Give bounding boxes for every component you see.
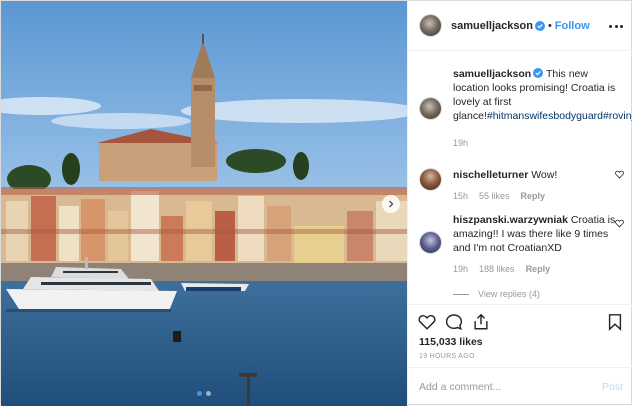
comment-text: Wow! xyxy=(531,169,558,181)
comment-username[interactable]: nischelleturner xyxy=(453,169,528,181)
chevron-right-icon xyxy=(389,200,394,208)
post-photo[interactable] xyxy=(1,1,407,406)
share-icon[interactable] xyxy=(472,313,490,331)
view-replies-label: View replies (4) xyxy=(478,289,540,299)
add-comment-input[interactable] xyxy=(419,381,602,393)
comment-time[interactable]: 15h xyxy=(453,191,468,201)
rovinj-photo-illustration xyxy=(1,1,407,406)
comment-likes[interactable]: 55 likes xyxy=(479,191,510,201)
comment-body: hiszpanski.warzywniak Croatia is amazing… xyxy=(453,213,618,301)
author-username[interactable]: samuelljackson xyxy=(451,20,533,32)
caption-username[interactable]: samuelljackson xyxy=(453,68,531,80)
comment-time[interactable]: 19h xyxy=(453,264,468,274)
view-replies-button[interactable]: View replies (4) xyxy=(453,287,618,301)
carousel-dot xyxy=(206,391,211,396)
comment-meta: 15h 55 likes Reply xyxy=(453,190,618,202)
author-avatar[interactable] xyxy=(419,97,442,120)
post-time-ago[interactable]: 19 HOURS AGO xyxy=(419,353,475,360)
heart-icon[interactable] xyxy=(418,313,436,331)
comment-reply-button[interactable]: Reply xyxy=(526,264,551,274)
add-comment-box: Post xyxy=(408,367,632,406)
comment-username[interactable]: hiszpanski.warzywniak xyxy=(453,214,568,226)
comment-reply-button[interactable]: Reply xyxy=(521,191,546,201)
caption-hashtags[interactable]: #hitmanswifesbodyguard#rovinj xyxy=(487,110,632,122)
carousel-dot-active xyxy=(197,391,202,396)
caption-time[interactable]: 19h xyxy=(453,138,468,148)
post-actions-bar xyxy=(408,304,632,336)
more-options-icon[interactable] xyxy=(609,19,623,33)
caption-body: samuelljackson This new location looks p… xyxy=(453,67,632,149)
comment-likes[interactable]: 188 likes xyxy=(479,264,515,274)
post-side-panel: samuelljackson • Follow samuelljackson T… xyxy=(407,1,632,406)
instagram-post: samuelljackson • Follow samuelljackson T… xyxy=(0,0,632,406)
comments-list[interactable]: samuelljackson This new location looks p… xyxy=(408,51,632,304)
comment-body: nischelleturner Wow! 15h 55 likes Reply xyxy=(453,168,618,202)
author-avatar[interactable] xyxy=(419,14,442,37)
post-header: samuelljackson • Follow xyxy=(408,1,632,51)
view-replies-line xyxy=(453,293,469,295)
follow-button[interactable]: Follow xyxy=(555,20,590,32)
bookmark-icon[interactable] xyxy=(606,313,624,331)
comment-icon[interactable] xyxy=(445,313,463,331)
commenter-avatar[interactable] xyxy=(419,168,442,191)
caption-meta: 19h xyxy=(453,137,618,149)
carousel-indicator xyxy=(1,391,407,396)
header-separator: • xyxy=(547,19,552,32)
commenter-avatar[interactable] xyxy=(419,231,442,254)
heart-icon[interactable] xyxy=(615,219,624,228)
comment-meta: 19h 188 likes Reply xyxy=(453,263,618,275)
carousel-next-button[interactable] xyxy=(382,195,400,213)
verified-badge-icon xyxy=(533,68,544,78)
heart-icon[interactable] xyxy=(615,170,624,179)
verified-badge-icon xyxy=(534,20,545,31)
post-comment-button[interactable]: Post xyxy=(602,381,623,393)
likes-count[interactable]: 115,033 likes xyxy=(419,336,483,348)
